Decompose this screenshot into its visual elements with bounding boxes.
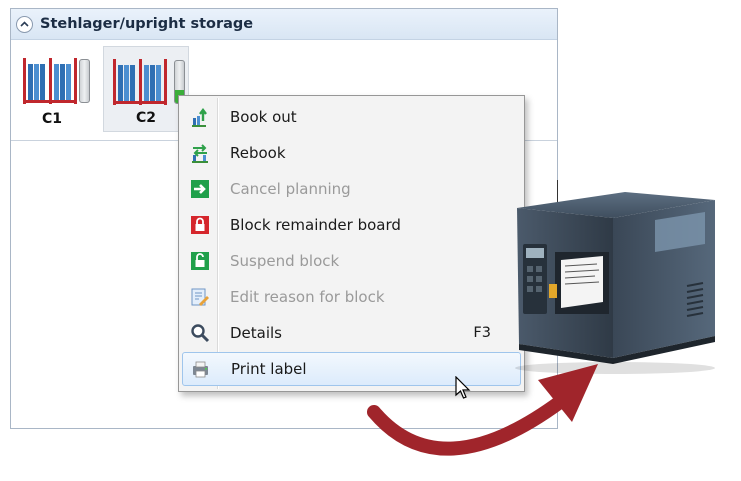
storage-slot-c2[interactable]: C2 <box>103 46 189 132</box>
menu-item-label: Edit reason for block <box>230 288 385 306</box>
book-out-icon <box>189 106 211 128</box>
menu-item-label: Cancel planning <box>230 180 351 198</box>
storage-slot-c1[interactable]: C1 <box>17 46 97 132</box>
menu-item-label: Block remainder board <box>230 216 401 234</box>
menu-item-block-remainder-board[interactable]: Block remainder board <box>182 208 521 242</box>
menu-item-label: Print label <box>231 360 307 378</box>
slot-label: C2 <box>135 110 156 126</box>
label-printer-icon <box>515 192 715 374</box>
rebook-icon <box>189 142 211 164</box>
menu-item-book-out[interactable]: Book out <box>182 100 521 134</box>
menu-item-label: Rebook <box>230 144 286 162</box>
printer-icon <box>190 358 212 380</box>
menu-item-suspend-block[interactable]: Suspend block <box>182 244 521 278</box>
collapse-button[interactable] <box>16 15 33 33</box>
cancel-planning-icon <box>189 178 211 200</box>
context-menu: Book out Rebook Cancel planning Block re… <box>178 95 525 392</box>
menu-item-details[interactable]: Details F3 <box>182 316 521 350</box>
edit-note-icon <box>189 286 211 308</box>
panel-title: Stehlager/upright storage <box>40 16 254 32</box>
fill-gauge <box>79 59 90 103</box>
shelf-icon <box>23 58 77 104</box>
menu-item-label: Details <box>230 324 283 342</box>
chevron-up-icon <box>20 21 29 27</box>
shelf-icon <box>113 59 167 105</box>
curved-arrow-icon <box>367 364 598 456</box>
menu-item-edit-reason-for-block[interactable]: Edit reason for block <box>182 280 521 314</box>
panel-header[interactable]: Stehlager/upright storage <box>11 9 557 40</box>
menu-item-cancel-planning[interactable]: Cancel planning <box>182 172 521 206</box>
lock-red-icon <box>189 214 211 236</box>
menu-item-rebook[interactable]: Rebook <box>182 136 521 170</box>
menu-shortcut: F3 <box>473 325 491 341</box>
magnifier-icon <box>189 322 211 344</box>
menu-item-label: Book out <box>230 108 297 126</box>
slot-label: C1 <box>41 111 62 127</box>
unlock-green-icon <box>189 250 211 272</box>
menu-item-label: Suspend block <box>230 252 340 270</box>
